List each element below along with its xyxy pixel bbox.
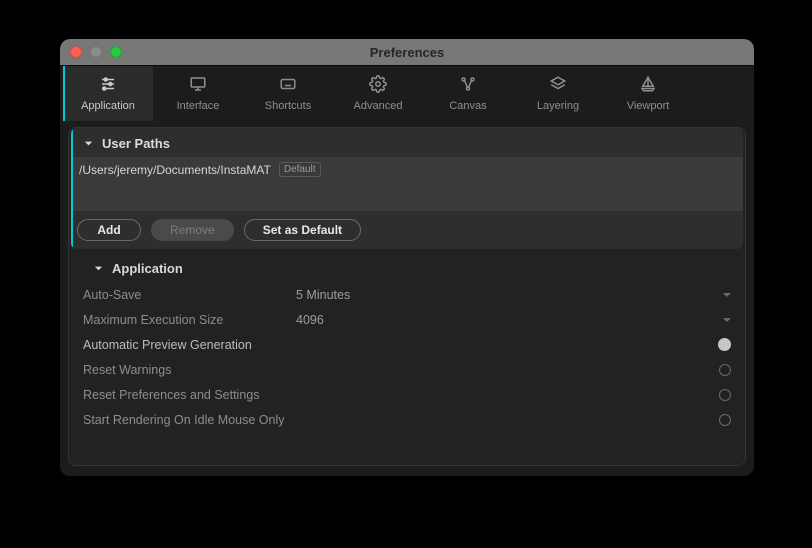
tab-layering[interactable]: Layering — [513, 66, 603, 121]
monitor-icon — [189, 75, 207, 96]
tab-label: Viewport — [627, 100, 670, 112]
user-paths-list[interactable]: /Users/jeremy/Documents/InstaMAT Default — [71, 157, 743, 211]
sailboat-icon — [639, 75, 657, 96]
reset-warnings-action[interactable] — [719, 364, 731, 376]
tab-interface[interactable]: Interface — [153, 66, 243, 121]
preferences-window: Preferences Application Interface — [60, 39, 754, 476]
default-badge: Default — [279, 162, 321, 177]
tab-label: Shortcuts — [265, 100, 311, 112]
user-path-row[interactable]: /Users/jeremy/Documents/InstaMAT Default — [79, 161, 735, 178]
auto-preview-toggle[interactable] — [718, 338, 731, 351]
sliders-icon — [99, 75, 117, 96]
titlebar[interactable]: Preferences — [60, 39, 754, 65]
tab-shortcuts[interactable]: Shortcuts — [243, 66, 333, 121]
max-exec-size-row: Maximum Execution Size 4096 — [81, 307, 733, 332]
reset-warnings-row: Reset Warnings — [81, 357, 733, 382]
section-title: User Paths — [102, 136, 170, 151]
auto-preview-label: Automatic Preview Generation — [81, 338, 296, 352]
idle-mouse-render-label: Start Rendering On Idle Mouse Only — [81, 413, 296, 427]
idle-mouse-render-toggle[interactable] — [719, 414, 731, 426]
layers-icon — [549, 75, 567, 96]
auto-save-label: Auto-Save — [81, 288, 296, 302]
user-paths-section: User Paths /Users/jeremy/Documents/Insta… — [71, 128, 743, 249]
auto-save-row: Auto-Save 5 Minutes — [81, 282, 733, 307]
max-exec-size-value[interactable]: 4096 — [296, 313, 709, 327]
user-paths-button-row: Add Remove Set as Default — [71, 211, 743, 241]
tab-label: Advanced — [354, 100, 403, 112]
tab-application[interactable]: Application — [63, 66, 153, 121]
tab-label: Layering — [537, 100, 579, 112]
node-icon — [459, 75, 477, 96]
user-paths-header[interactable]: User Paths — [71, 128, 743, 157]
application-settings-header[interactable]: Application — [81, 251, 733, 282]
chevron-down-icon — [93, 263, 104, 274]
tab-label: Interface — [177, 100, 220, 112]
reset-prefs-label: Reset Preferences and Settings — [81, 388, 296, 402]
application-settings-section: Application Auto-Save 5 Minutes Maximum … — [71, 251, 743, 432]
gear-icon — [369, 75, 387, 96]
section-title: Application — [112, 261, 183, 276]
add-button[interactable]: Add — [77, 219, 141, 241]
dropdown-caret-icon[interactable] — [723, 293, 731, 297]
tab-label: Application — [81, 100, 135, 112]
reset-warnings-label: Reset Warnings — [81, 363, 296, 377]
auto-save-value[interactable]: 5 Minutes — [296, 288, 709, 302]
window-title: Preferences — [60, 45, 754, 60]
auto-preview-row: Automatic Preview Generation — [81, 332, 733, 357]
preferences-tabbar: Application Interface Shortcuts — [60, 65, 754, 121]
keyboard-icon — [279, 75, 297, 96]
tab-viewport[interactable]: Viewport — [603, 66, 693, 121]
max-exec-size-label: Maximum Execution Size — [81, 313, 296, 327]
set-default-button[interactable]: Set as Default — [244, 219, 361, 241]
user-path-text: /Users/jeremy/Documents/InstaMAT — [79, 163, 271, 177]
application-panel: User Paths /Users/jeremy/Documents/Insta… — [68, 127, 746, 466]
tab-label: Canvas — [449, 100, 486, 112]
tab-advanced[interactable]: Advanced — [333, 66, 423, 121]
reset-prefs-row: Reset Preferences and Settings — [81, 382, 733, 407]
remove-button[interactable]: Remove — [151, 219, 234, 241]
reset-prefs-action[interactable] — [719, 389, 731, 401]
chevron-down-icon — [83, 138, 94, 149]
tab-canvas[interactable]: Canvas — [423, 66, 513, 121]
idle-mouse-render-row: Start Rendering On Idle Mouse Only — [81, 407, 733, 432]
dropdown-caret-icon[interactable] — [723, 318, 731, 322]
preferences-body: User Paths /Users/jeremy/Documents/Insta… — [60, 121, 754, 476]
